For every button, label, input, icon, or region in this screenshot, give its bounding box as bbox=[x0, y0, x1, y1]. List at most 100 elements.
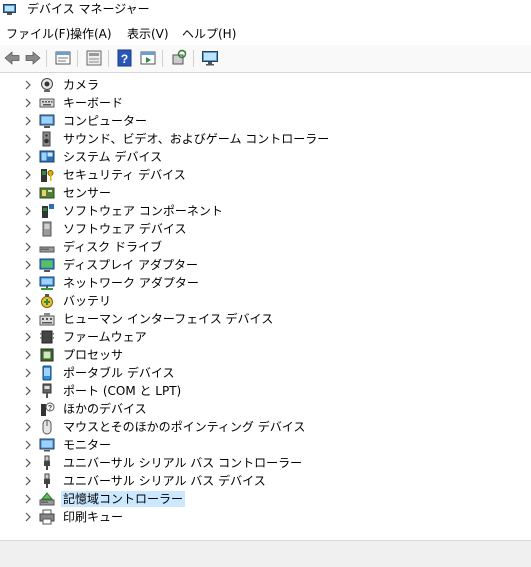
menu-action[interactable]: 操作(A) bbox=[70, 26, 112, 43]
tree-item-label: システム デバイス bbox=[63, 150, 163, 164]
tree-item-label: カメラ bbox=[63, 78, 100, 92]
chevron-right-icon[interactable] bbox=[23, 421, 33, 433]
tree-item-monitors[interactable]: モニター bbox=[20, 436, 500, 454]
chevron-right-icon[interactable] bbox=[23, 385, 33, 397]
chevron-right-icon[interactable] bbox=[23, 457, 33, 469]
chevron-right-icon[interactable] bbox=[23, 493, 33, 505]
tree-item-disk-drives[interactable]: ディスク ドライブ bbox=[20, 238, 500, 256]
menu-view[interactable]: 表示(V) bbox=[127, 26, 169, 43]
port-icon bbox=[42, 383, 52, 398]
tree-item-label: ほかのデバイス bbox=[63, 402, 147, 416]
chevron-right-icon[interactable] bbox=[23, 295, 33, 307]
chevron-right-icon[interactable] bbox=[23, 349, 33, 361]
sensor-icon bbox=[39, 187, 55, 199]
tree-item-print-queues[interactable]: 印刷キュー bbox=[20, 508, 500, 526]
chevron-right-icon[interactable] bbox=[23, 313, 33, 325]
grid-view-icon[interactable] bbox=[85, 49, 103, 67]
tree-item-label: モニター bbox=[63, 438, 112, 452]
properties-icon[interactable] bbox=[54, 49, 72, 67]
back-icon[interactable] bbox=[3, 49, 21, 67]
tree-item-display-adapters[interactable]: ディスプレイ アダプター bbox=[20, 256, 500, 274]
tree-item-ports[interactable]: ポート (COM と LPT) bbox=[20, 382, 500, 400]
toolbar-separator bbox=[46, 50, 47, 67]
keyboard-icon bbox=[39, 98, 55, 108]
tree-item-sensors[interactable]: センサー bbox=[20, 184, 500, 202]
usb-icon bbox=[44, 455, 50, 470]
tree-item-label: ネットワーク アダプター bbox=[63, 276, 199, 290]
chevron-right-icon[interactable] bbox=[23, 403, 33, 415]
chevron-right-icon[interactable] bbox=[23, 97, 33, 109]
tree-item-batteries[interactable]: バッテリ bbox=[20, 292, 500, 310]
device-manager-icon bbox=[3, 4, 16, 15]
menu-help[interactable]: ヘルプ(H) bbox=[182, 26, 236, 43]
chevron-right-icon[interactable] bbox=[23, 367, 33, 379]
menu-bar: ファイル(F) 操作(A) 表示(V) ヘルプ(H) bbox=[0, 23, 531, 44]
tree-item-usb-devices[interactable]: ユニバーサル シリアル バス デバイス bbox=[20, 472, 500, 490]
chevron-right-icon[interactable] bbox=[23, 115, 33, 127]
chevron-right-icon[interactable] bbox=[23, 223, 33, 235]
chevron-right-icon[interactable] bbox=[23, 277, 33, 289]
chevron-right-icon[interactable] bbox=[23, 205, 33, 217]
firmware-icon bbox=[40, 330, 54, 344]
chevron-right-icon[interactable] bbox=[23, 187, 33, 199]
chevron-right-icon[interactable] bbox=[23, 151, 33, 163]
chevron-right-icon[interactable] bbox=[23, 511, 33, 523]
tree-item-other-devices[interactable]: ? ほかのデバイス bbox=[20, 400, 500, 418]
tree-item-label: ユニバーサル シリアル バス コントローラー bbox=[63, 456, 303, 470]
tree-item-usb-controllers[interactable]: ユニバーサル シリアル バス コントローラー bbox=[20, 454, 500, 472]
menu-file[interactable]: ファイル(F) bbox=[6, 26, 70, 43]
system-device-icon bbox=[39, 150, 55, 163]
software-device-icon bbox=[42, 221, 52, 237]
chevron-right-icon[interactable] bbox=[23, 133, 33, 145]
camera-icon bbox=[41, 78, 53, 92]
help-icon[interactable]: ? bbox=[116, 49, 134, 67]
chevron-right-icon[interactable] bbox=[23, 475, 33, 487]
tree-item-label: ポート (COM と LPT) bbox=[63, 384, 182, 398]
chevron-right-icon[interactable] bbox=[23, 439, 33, 451]
tree-item-security-devices[interactable]: セキュリティ デバイス bbox=[20, 166, 500, 184]
other-device-icon: ? bbox=[41, 402, 55, 416]
chevron-right-icon[interactable] bbox=[23, 259, 33, 271]
chevron-right-icon[interactable] bbox=[23, 169, 33, 181]
tree-item-storage-controllers[interactable]: 記憶域コントローラー bbox=[20, 490, 500, 508]
tree-item-hid[interactable]: ヒューマン インターフェイス デバイス bbox=[20, 310, 500, 328]
tree-item-computer[interactable]: コンピューター bbox=[20, 112, 500, 130]
tree-item-software-components[interactable]: ソフトウェア コンポーネント bbox=[20, 202, 500, 220]
tree-item-label: 記憶域コントローラー bbox=[61, 491, 186, 507]
tree-item-label: 印刷キュー bbox=[63, 510, 124, 524]
status-bar bbox=[0, 540, 531, 567]
window-title: デバイス マネージャー bbox=[27, 2, 150, 16]
monitor-icon[interactable] bbox=[201, 49, 219, 67]
chevron-right-icon[interactable] bbox=[23, 241, 33, 253]
toolbar-separator bbox=[108, 50, 109, 67]
tree-item-network-adapters[interactable]: ネットワーク アダプター bbox=[20, 274, 500, 292]
usb-icon bbox=[44, 473, 50, 488]
processor-icon bbox=[40, 348, 54, 362]
tree-item-label: マウスとそのほかのポインティング デバイス bbox=[63, 420, 306, 434]
scan-hardware-icon[interactable] bbox=[170, 49, 188, 67]
forward-icon[interactable] bbox=[24, 49, 42, 67]
tree-item-mice[interactable]: マウスとそのほかのポインティング デバイス bbox=[20, 418, 500, 436]
battery-icon bbox=[41, 294, 53, 308]
tree-item-sound-video-game[interactable]: サウンド、ビデオ、およびゲーム コントローラー bbox=[20, 130, 500, 148]
tree-item-keyboard[interactable]: キーボード bbox=[20, 94, 500, 112]
speaker-icon bbox=[42, 131, 51, 147]
chevron-right-icon[interactable] bbox=[23, 331, 33, 343]
tree-item-label: ファームウェア bbox=[63, 330, 147, 344]
tree-item-software-devices[interactable]: ソフトウェア デバイス bbox=[20, 220, 500, 238]
printer-icon bbox=[39, 509, 55, 525]
toolbar-separator bbox=[193, 50, 194, 67]
tree-item-system-devices[interactable]: システム デバイス bbox=[20, 148, 500, 166]
software-component-icon bbox=[42, 204, 54, 218]
tree-item-portable-devices[interactable]: ポータブル デバイス bbox=[20, 364, 500, 382]
tree-item-camera[interactable]: カメラ bbox=[20, 76, 500, 94]
toolbar-separator bbox=[162, 50, 163, 67]
computer-icon bbox=[39, 114, 55, 128]
tree-item-processors[interactable]: プロセッサ bbox=[20, 346, 500, 364]
tree-item-firmware[interactable]: ファームウェア bbox=[20, 328, 500, 346]
tree-item-label: ディスク ドライブ bbox=[63, 240, 162, 254]
tree-item-label: ディスプレイ アダプター bbox=[63, 258, 198, 272]
chevron-right-icon[interactable] bbox=[23, 79, 33, 91]
run-icon[interactable] bbox=[139, 49, 157, 67]
title-bar: デバイス マネージャー bbox=[0, 0, 531, 22]
